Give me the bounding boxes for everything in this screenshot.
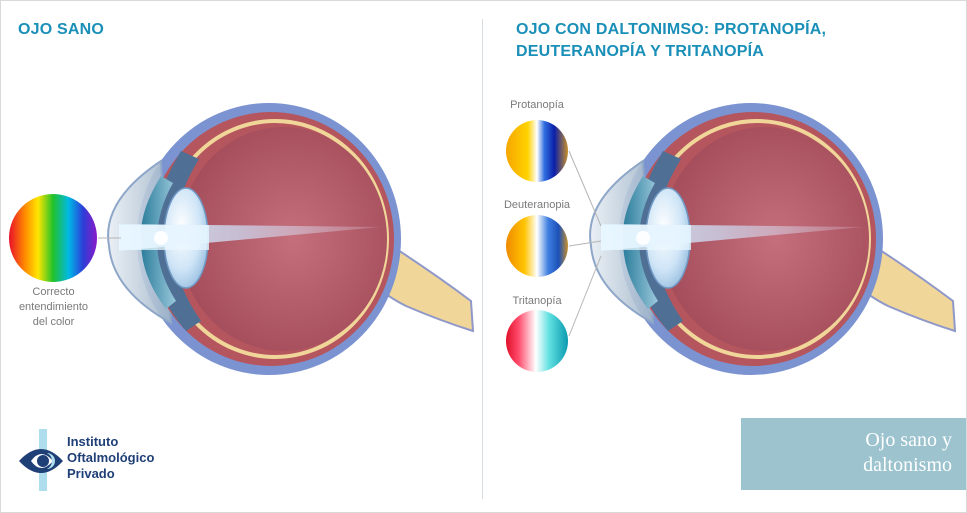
protanopia-spectrum-circle xyxy=(506,120,568,182)
healthy-eye-title: OJO SANO xyxy=(18,21,105,38)
caption-line: entendimiento xyxy=(18,301,89,313)
colorblind-eye-title: OJO CON DALTONIMSO: PROTANOPÍA, DEUTERAN… xyxy=(516,21,827,60)
logo-wordmark: Instituto Oftalmológico Privado xyxy=(67,434,154,482)
badge-line: daltonismo xyxy=(863,454,952,476)
tritanopia-label: Tritanopía xyxy=(512,295,562,307)
title-badge: Ojo sano y daltonismo xyxy=(741,418,966,490)
caption-line: Correcto xyxy=(32,286,75,298)
deuteranopia-spectrum-circle xyxy=(506,215,568,277)
deuteranopia-label: Deuteranopia xyxy=(503,199,571,211)
normal-vision-caption: Correcto entendimiento del color xyxy=(1,285,106,330)
logo-line: Privado xyxy=(67,466,115,481)
colorblind-eye-illustration xyxy=(588,101,957,377)
badge-text: Ojo sano y daltonismo xyxy=(863,428,952,478)
tritanopia-spectrum-circle xyxy=(506,310,568,372)
infographic-frame: OJO SANO OJO CON DALTONIMSO: PROTANOPÍA,… xyxy=(0,0,967,513)
caption-line: del color xyxy=(32,316,75,328)
pointer-line-protanopia xyxy=(568,150,602,227)
logo-line: Instituto xyxy=(67,434,119,449)
badge-line: Ojo sano y xyxy=(865,429,952,451)
healthy-eye-illustration xyxy=(106,101,475,377)
panel-divider xyxy=(482,19,483,499)
logo-line: Oftalmológico xyxy=(67,450,155,465)
protanopia-label: Protanopía xyxy=(510,99,564,111)
full-spectrum-circle xyxy=(9,194,97,282)
eye-logo-icon xyxy=(19,429,63,491)
